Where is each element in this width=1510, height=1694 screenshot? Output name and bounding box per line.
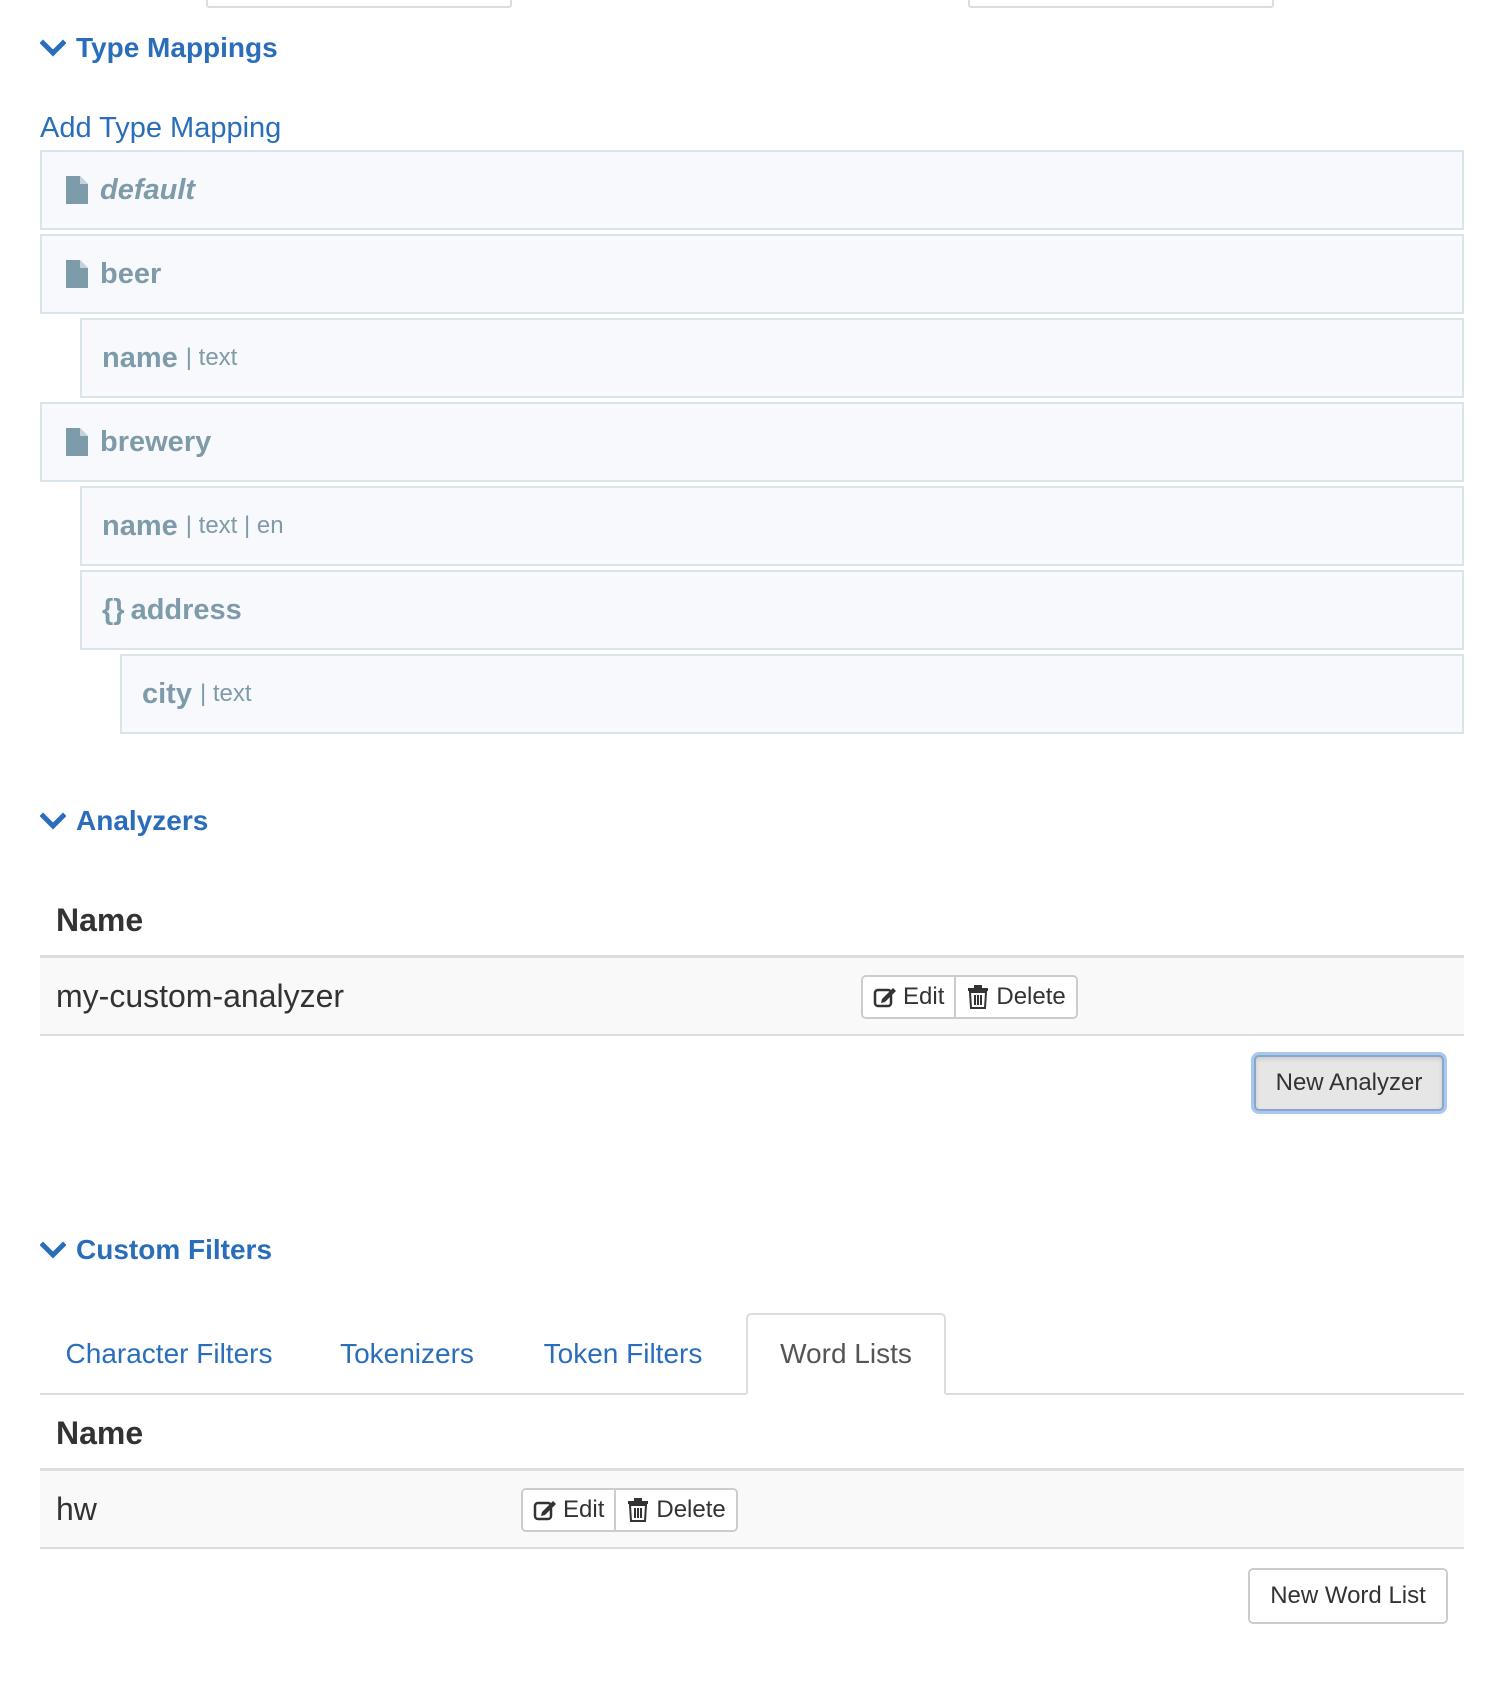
- field-name: name: [102, 341, 178, 374]
- field-meta: | text: [185, 344, 238, 371]
- trash-icon: [628, 1498, 649, 1522]
- delete-label: Delete: [996, 983, 1066, 1010]
- field-name: name: [102, 509, 178, 542]
- new-word-list-button[interactable]: New Word List: [1248, 1568, 1448, 1624]
- word-list-name: hw: [56, 1491, 97, 1527]
- row-actions: Edit Delete: [521, 1488, 738, 1532]
- file-icon: [66, 176, 88, 204]
- table-row: my-custom-analyzer Edit Delete: [40, 958, 1464, 1036]
- section-title: Analyzers: [76, 805, 209, 836]
- mapping-name: beer: [100, 257, 162, 290]
- mapping-row-brewery[interactable]: brewery: [40, 402, 1464, 482]
- mapping-row-default[interactable]: default: [40, 150, 1464, 230]
- mapping-field-beer-name[interactable]: name | text: [80, 318, 1464, 398]
- trash-icon: [968, 985, 989, 1009]
- object-name: address: [130, 593, 242, 626]
- delete-button[interactable]: Delete: [954, 977, 1076, 1017]
- mapping-field-brewery-name[interactable]: name | text | en: [80, 486, 1464, 566]
- edit-label: Edit: [903, 983, 945, 1010]
- top-input-left[interactable]: [206, 0, 512, 8]
- analyzers-header[interactable]: Analyzers: [40, 805, 208, 837]
- edit-icon: [873, 988, 896, 1008]
- top-input-right[interactable]: [968, 0, 1274, 8]
- chevron-down-icon: [40, 39, 66, 57]
- add-type-mapping-link[interactable]: Add Type Mapping: [40, 112, 281, 145]
- field-meta: | text: [199, 680, 252, 707]
- delete-label: Delete: [656, 1496, 726, 1523]
- mapping-object-address[interactable]: {} address: [80, 570, 1464, 650]
- custom-filters-header[interactable]: Custom Filters: [40, 1234, 272, 1266]
- tab-token-filters[interactable]: Token Filters: [514, 1313, 732, 1395]
- edit-button[interactable]: Edit: [863, 977, 955, 1017]
- field-name: city: [142, 677, 192, 710]
- chevron-down-icon: [40, 1241, 66, 1259]
- tab-word-lists[interactable]: Word Lists: [746, 1313, 946, 1395]
- file-icon: [66, 428, 88, 456]
- chevron-down-icon: [40, 812, 66, 830]
- table-row: hw Edit Delete: [40, 1471, 1464, 1549]
- custom-filters-tabs: Character Filters Tokenizers Token Filte…: [40, 1313, 1464, 1395]
- delete-button[interactable]: Delete: [614, 1490, 736, 1530]
- file-icon: [66, 260, 88, 288]
- section-title: Type Mappings: [76, 32, 278, 63]
- edit-icon: [533, 1501, 556, 1521]
- analyzers-column-name: Name: [56, 902, 144, 938]
- mapping-row-beer[interactable]: beer: [40, 234, 1464, 314]
- type-mappings-header[interactable]: Type Mappings: [40, 32, 278, 64]
- edit-button[interactable]: Edit: [523, 1490, 615, 1530]
- analyzer-name: my-custom-analyzer: [56, 978, 345, 1014]
- tab-tokenizers[interactable]: Tokenizers: [316, 1313, 498, 1395]
- mapping-name: brewery: [100, 425, 212, 458]
- section-title: Custom Filters: [76, 1234, 273, 1265]
- row-actions: Edit Delete: [861, 975, 1078, 1019]
- field-meta: | text | en: [185, 512, 284, 539]
- word-lists-column-name: Name: [56, 1415, 144, 1451]
- tab-character-filters[interactable]: Character Filters: [40, 1313, 298, 1395]
- mapping-name: default: [100, 173, 196, 206]
- edit-label: Edit: [563, 1496, 605, 1523]
- object-braces-icon: {}: [102, 593, 125, 626]
- mapping-field-city[interactable]: city | text: [120, 654, 1464, 734]
- new-analyzer-button[interactable]: New Analyzer: [1254, 1055, 1444, 1111]
